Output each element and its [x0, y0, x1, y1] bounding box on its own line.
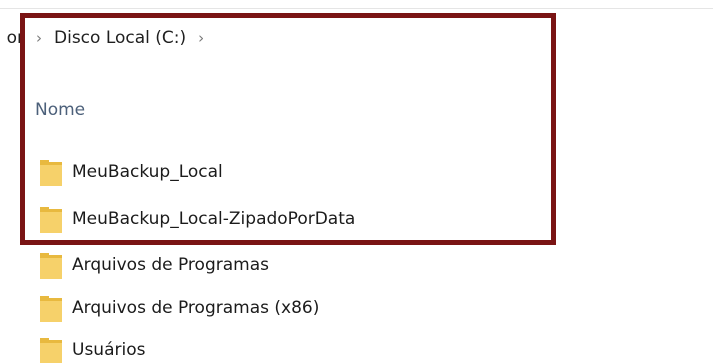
list-item[interactable]: Arquivos de Programas [40, 247, 355, 283]
breadcrumb-current[interactable]: Disco Local (C:) [54, 28, 186, 48]
list-item[interactable]: Arquivos de Programas (x86) [40, 290, 355, 326]
item-label: MeuBackup_Local [72, 162, 223, 182]
column-header-name[interactable]: Nome [35, 100, 85, 120]
chevron-right-icon[interactable]: › [36, 29, 42, 47]
folder-icon [40, 336, 62, 363]
item-label: Arquivos de Programas (x86) [72, 297, 320, 318]
list-item[interactable]: Usuários [40, 332, 355, 363]
chevron-right-icon[interactable]: › [198, 29, 204, 47]
breadcrumb-previous[interactable]: or [0, 28, 24, 48]
item-label: Usuários [72, 340, 146, 360]
item-label: MeuBackup_Local-ZipadoPorData [72, 208, 356, 229]
item-label: Arquivos de Programas [72, 255, 269, 275]
file-explorer-view: or › Disco Local (C:) › Nome MeuBackup_L… [0, 0, 713, 363]
folder-icon [40, 251, 62, 279]
file-list: MeuBackup_Local MeuBackup_Local-ZipadoPo… [40, 154, 355, 363]
address-bar[interactable]: or › Disco Local (C:) › [0, 24, 216, 52]
folder-icon [40, 294, 62, 322]
folder-icon [40, 205, 62, 233]
list-item[interactable]: MeuBackup_Local-ZipadoPorData [40, 201, 355, 237]
divider [0, 8, 713, 9]
folder-icon [40, 158, 62, 186]
list-item[interactable]: MeuBackup_Local [40, 154, 355, 190]
